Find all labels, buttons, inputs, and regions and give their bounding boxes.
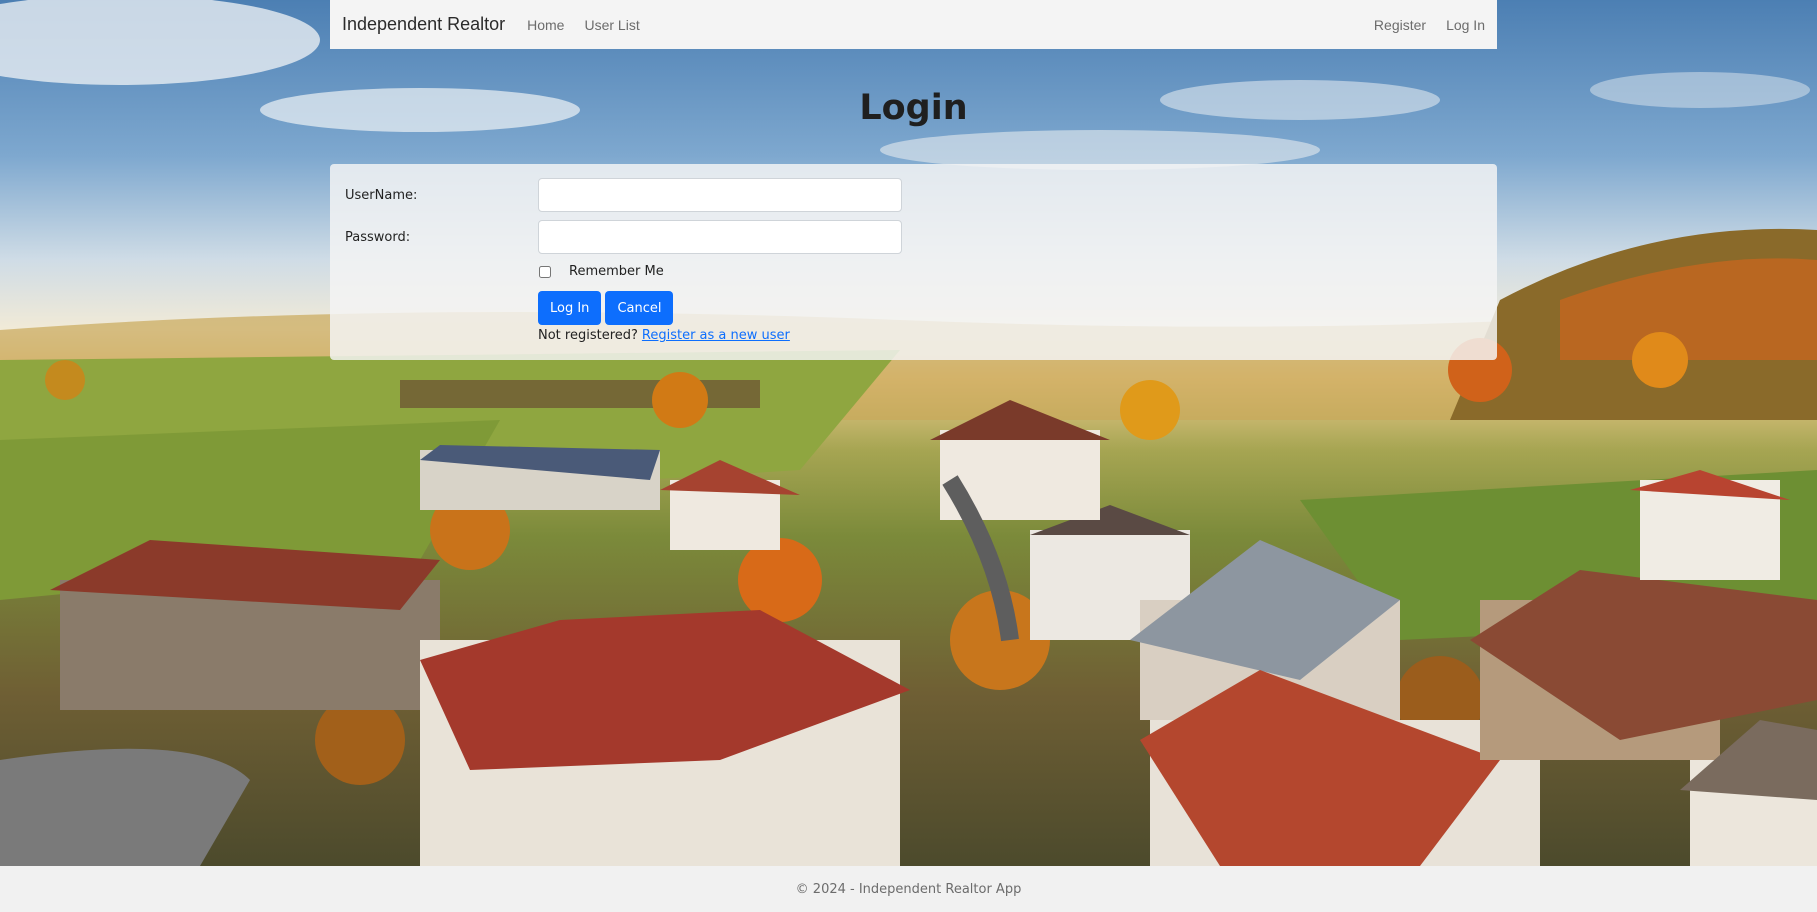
register-row: Not registered? Register as a new user [538,328,790,343]
remember-me-checkbox[interactable] [539,265,551,278]
brand-link[interactable]: Independent Realtor [342,14,505,35]
nav-user-list-link[interactable]: User List [584,17,639,33]
background-village-image [0,0,1817,866]
password-label: Password: [345,229,411,245]
login-form-panel: UserName: Password: Remember Me Log In C… [330,164,1497,360]
footer: © 2024 - Independent Realtor App [0,866,1817,912]
nav-home-link[interactable]: Home [527,17,564,33]
remember-me-label: Remember Me [569,264,664,279]
nav-right-group: Register Log In [1354,17,1485,33]
footer-copyright: © 2024 - Independent Realtor App [795,881,1022,897]
username-label: UserName: [345,187,418,203]
login-button[interactable]: Log In [538,291,602,325]
username-row: UserName: [330,178,902,212]
remember-row: Remember Me [538,264,664,279]
register-new-user-link[interactable]: Register as a new user [642,328,790,343]
nav-register-link[interactable]: Register [1374,17,1426,33]
button-row: Log In Cancel [538,291,677,325]
page-title: Login [859,88,968,128]
password-input[interactable] [538,220,902,254]
cancel-button[interactable]: Cancel [605,291,674,325]
nav-login-link[interactable]: Log In [1446,17,1485,33]
password-row: Password: [330,220,902,254]
navbar: Independent Realtor Home User List Regis… [330,0,1497,49]
not-registered-text: Not registered? [538,328,638,343]
username-input[interactable] [538,178,902,212]
